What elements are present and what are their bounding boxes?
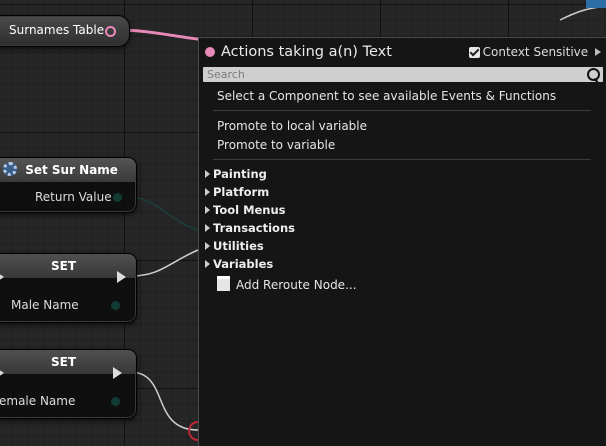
expand-arrow-icon xyxy=(205,170,210,178)
context-sensitive-toggle[interactable]: Context Sensitive xyxy=(468,43,601,61)
category-utilities[interactable]: Utilities xyxy=(205,239,264,253)
gear-icon xyxy=(3,162,17,176)
action-menu: Actions taking a(n) Text Context Sensiti… xyxy=(198,37,606,446)
divider xyxy=(213,159,591,160)
search-icon[interactable] xyxy=(587,68,600,81)
set-sur-name-node[interactable]: Set Sur Name Return Value xyxy=(0,157,137,213)
search-input[interactable] xyxy=(203,67,577,82)
menu-info-text: Select a Component to see available Even… xyxy=(217,89,557,103)
expand-arrow-icon xyxy=(205,224,210,232)
category-tool-menus[interactable]: Tool Menus xyxy=(205,203,286,217)
scrollbar[interactable] xyxy=(601,84,605,440)
expand-arrow-icon xyxy=(205,206,210,214)
text-pin-icon xyxy=(205,47,215,57)
female-name-pin[interactable] xyxy=(111,397,120,406)
checkbox-checked-icon[interactable] xyxy=(468,47,480,58)
exec-in-pin[interactable] xyxy=(0,271,4,283)
menu-title-text: Actions taking a(n) Text xyxy=(221,44,392,60)
exec-wire-3 xyxy=(559,5,606,21)
set-sur-name-header: Set Sur Name xyxy=(0,158,136,182)
exec-wire-1 xyxy=(131,249,199,277)
set-sur-name-title: Set Sur Name xyxy=(25,163,118,177)
exec-out-pin[interactable] xyxy=(117,271,126,283)
set-male-header: SET xyxy=(0,254,136,278)
category-variables[interactable]: Variables xyxy=(205,257,273,271)
exec-wire-2 xyxy=(129,371,199,431)
category-painting[interactable]: Painting xyxy=(205,167,267,181)
expand-arrow-icon xyxy=(205,188,210,196)
reroute-node-icon xyxy=(217,276,230,291)
set-male-title: SET xyxy=(50,259,77,273)
category-platform[interactable]: Platform xyxy=(205,185,269,199)
set-male-name-node[interactable]: SET Male Name xyxy=(0,253,137,323)
category-transactions[interactable]: Transactions xyxy=(205,221,295,235)
text-output-pin[interactable] xyxy=(105,26,116,37)
add-reroute-node-item[interactable]: Add Reroute Node... xyxy=(217,276,357,292)
chevron-right-icon xyxy=(595,48,601,56)
divider xyxy=(213,110,591,111)
top-badge xyxy=(586,0,606,8)
surnames-table-node[interactable]: Surnames Table xyxy=(0,15,130,47)
return-value-label: Return Value xyxy=(35,190,112,204)
promote-variable-item[interactable]: Promote to variable xyxy=(217,138,335,152)
menu-title: Actions taking a(n) Text xyxy=(205,41,392,63)
context-sensitive-label: Context Sensitive xyxy=(482,45,589,59)
return-value-pin[interactable] xyxy=(113,193,122,202)
expand-arrow-icon xyxy=(205,242,210,250)
set-female-name-node[interactable]: SET emale Name xyxy=(0,349,137,419)
promote-local-variable-item[interactable]: Promote to local variable xyxy=(217,119,367,133)
search-box[interactable] xyxy=(203,67,603,82)
surnames-table-label: Surnames Table xyxy=(9,23,105,37)
male-name-label: Male Name xyxy=(11,298,79,312)
female-name-label: emale Name xyxy=(0,394,76,408)
male-name-pin[interactable] xyxy=(111,301,120,310)
exec-out-pin[interactable] xyxy=(113,367,122,379)
exec-in-pin[interactable] xyxy=(0,367,4,379)
expand-arrow-icon xyxy=(205,260,210,268)
set-female-title: SET xyxy=(50,355,77,369)
